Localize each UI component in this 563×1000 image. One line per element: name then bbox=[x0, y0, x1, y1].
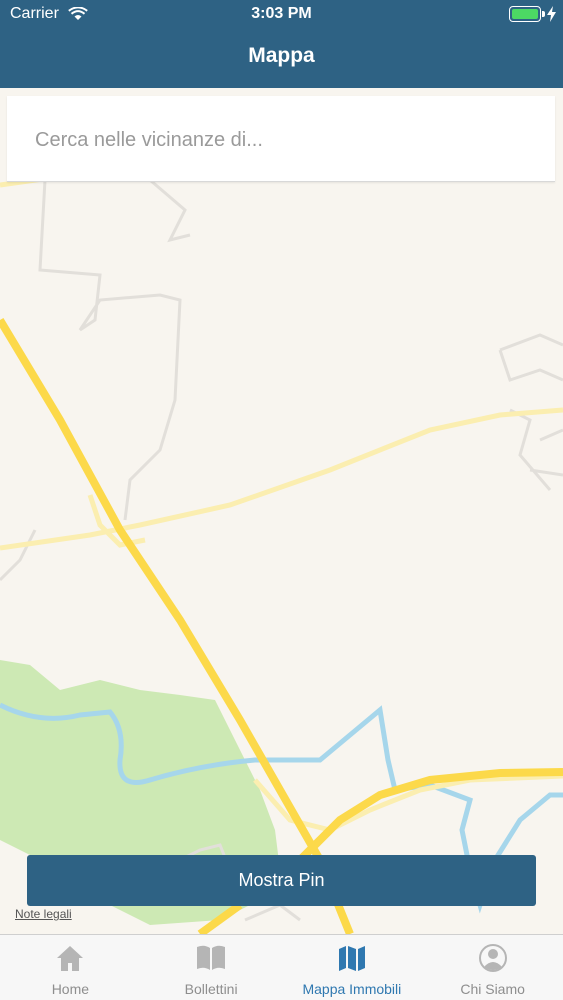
battery-cap bbox=[542, 11, 545, 17]
search-input[interactable] bbox=[35, 124, 535, 156]
battery-icon bbox=[509, 6, 541, 22]
tab-label: Home bbox=[51, 981, 90, 997]
tab-bar: Home Bollettini Mappa Immobili Chi Siamo bbox=[0, 934, 563, 1000]
clock: 3:03 PM bbox=[251, 5, 312, 22]
status-bar: Carrier 3:03 PM bbox=[0, 0, 563, 30]
page-title: Mappa bbox=[248, 44, 315, 67]
tab-label: Chi Siamo bbox=[460, 981, 525, 997]
legal-notes-link[interactable]: Note legali bbox=[15, 907, 72, 921]
tab-home[interactable]: Home bbox=[0, 935, 141, 1000]
header: Carrier 3:03 PM Mappa bbox=[0, 0, 563, 88]
tab-bollettini[interactable]: Bollettini bbox=[141, 935, 282, 1000]
charging-icon bbox=[547, 6, 556, 22]
search-bar bbox=[7, 96, 555, 182]
book-icon bbox=[197, 945, 226, 970]
tab-label: Bollettini bbox=[184, 981, 238, 997]
map-icon bbox=[338, 946, 365, 971]
tab-label: Mappa Immobili bbox=[302, 981, 402, 997]
tab-mappa-immobili[interactable]: Mappa Immobili bbox=[282, 935, 423, 1000]
tab-chi-siamo[interactable]: Chi Siamo bbox=[422, 935, 563, 1000]
show-pin-button[interactable]: Mostra Pin bbox=[27, 855, 536, 906]
home-icon bbox=[57, 946, 84, 971]
map-canvas bbox=[0, 88, 563, 934]
map-view[interactable] bbox=[0, 88, 563, 934]
user-icon bbox=[478, 944, 507, 972]
